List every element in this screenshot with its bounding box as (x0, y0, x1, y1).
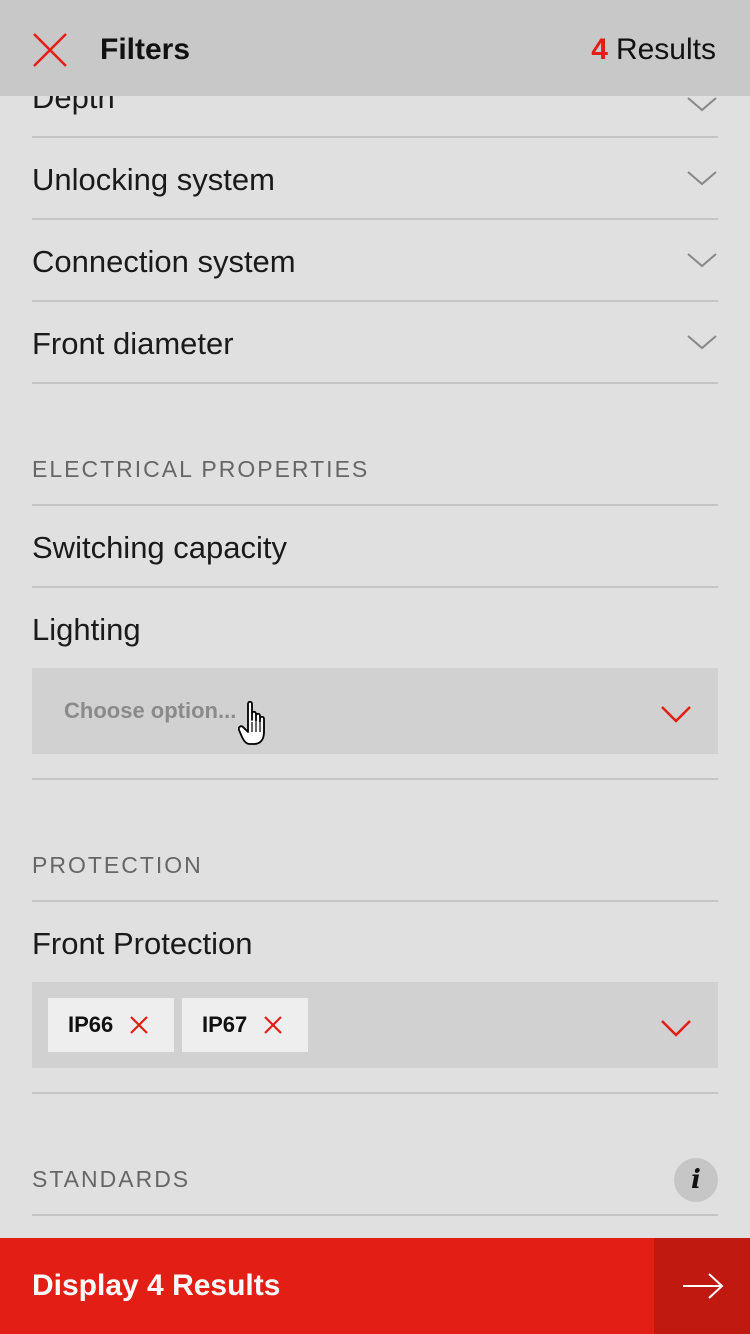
chevron-down-icon (687, 335, 717, 350)
results-count-label: Results (615, 33, 716, 66)
hand-pointer-cursor-icon (238, 700, 265, 745)
chevron-down-icon (661, 706, 691, 723)
lighting-label: Lighting (32, 612, 141, 647)
arrow-right-icon (683, 1273, 724, 1299)
section-heading-protection: PROTECTION (32, 852, 203, 878)
chevron-down-icon (687, 253, 717, 268)
filter-row-label: Connection system (32, 244, 296, 279)
tag-label: IP67 (202, 1012, 248, 1037)
arrow-box[interactable] (654, 1238, 750, 1334)
chevron-down-icon (687, 171, 717, 186)
divider (32, 1214, 718, 1216)
display-results-label: Display 4 Results (32, 1269, 281, 1302)
filter-row-switching-capacity[interactable]: Switching capacity (32, 506, 718, 588)
filter-row-label: Front diameter (32, 326, 234, 361)
divider (32, 778, 718, 780)
info-icon[interactable]: i (674, 1158, 718, 1202)
results-count: 4 Results (591, 30, 716, 70)
remove-tag-icon[interactable] (129, 1015, 149, 1035)
filter-row-label: Switching capacity (32, 530, 288, 565)
lighting-select-placeholder: Choose option... (64, 698, 237, 723)
remove-tag-icon[interactable] (263, 1015, 283, 1035)
close-icon[interactable] (30, 30, 70, 70)
display-results-button[interactable]: Display 4 Results (0, 1238, 750, 1334)
filter-row-front-diameter[interactable]: Front diameter (32, 302, 718, 384)
filters-header: Filters 4 Results (0, 0, 750, 96)
results-count-number: 4 (591, 33, 608, 66)
tag-label: IP66 (68, 1012, 114, 1037)
filter-row-unlocking-system[interactable]: Unlocking system (32, 138, 718, 220)
filter-row-connection-system[interactable]: Connection system (32, 220, 718, 302)
front-protection-label: Front Protection (32, 926, 253, 961)
selected-tag-ip67: IP67 (182, 998, 308, 1052)
section-heading-electrical: ELECTRICAL PROPERTIES (32, 456, 370, 482)
section-heading-standards: STANDARDS (32, 1166, 191, 1192)
chevron-down-icon (661, 1020, 691, 1037)
selected-tag-ip66: IP66 (48, 998, 174, 1052)
divider (32, 900, 718, 902)
front-protection-select[interactable]: IP66 IP67 (32, 982, 718, 1068)
lighting-select[interactable]: Choose option... (32, 668, 718, 754)
divider (32, 1092, 718, 1094)
filter-row-label: Unlocking system (32, 162, 275, 197)
page-title: Filters (100, 33, 191, 66)
chevron-down-icon (687, 97, 717, 112)
